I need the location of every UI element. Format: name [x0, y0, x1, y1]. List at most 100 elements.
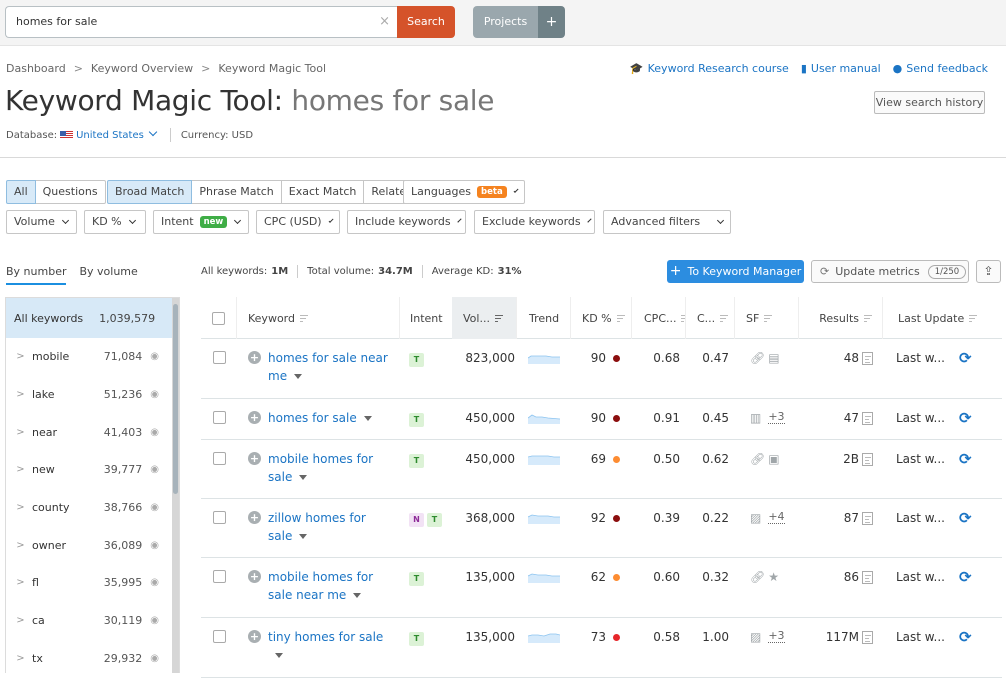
serp-document-icon[interactable] [862, 412, 873, 425]
add-to-list-icon[interactable]: + [248, 570, 261, 583]
languages-dropdown[interactable]: Languages beta [403, 180, 525, 204]
select-all-checkbox[interactable] [212, 311, 225, 325]
include-keywords-dropdown[interactable]: Include keywords [347, 210, 466, 234]
serp-document-icon[interactable] [862, 352, 873, 365]
send-feedback-link[interactable]: ● Send feedback [893, 62, 988, 75]
caret-down-icon[interactable] [299, 534, 308, 539]
chevron-right-icon[interactable]: > [6, 615, 32, 626]
sf-more-link[interactable]: +3 [768, 411, 785, 424]
chevron-right-icon[interactable]: > [6, 540, 32, 551]
serp-document-icon[interactable] [862, 512, 873, 525]
eye-icon[interactable]: ◉ [150, 577, 159, 588]
breadcrumb-keyword-overview[interactable]: Keyword Overview [91, 62, 193, 75]
sf-more-link[interactable]: +4 [768, 511, 785, 524]
header-competition[interactable]: C... [686, 297, 735, 339]
serp-document-icon[interactable] [862, 631, 873, 644]
chevron-right-icon[interactable]: > [6, 351, 32, 362]
chevron-right-icon[interactable]: > [6, 427, 32, 438]
to-keyword-manager-button[interactable]: + To Keyword Manager [667, 260, 804, 283]
add-to-list-icon[interactable]: + [248, 411, 261, 424]
header-results[interactable]: Results [799, 297, 883, 339]
sidebar-group-item[interactable]: > mobile 71,084 ◉ [6, 338, 179, 376]
volume-dropdown[interactable]: Volume [6, 210, 77, 234]
caret-down-icon[interactable] [363, 416, 372, 421]
update-metrics-button[interactable]: ⟳ Update metrics 1/250 [811, 260, 969, 283]
row-checkbox[interactable] [212, 452, 226, 465]
sidebar-item-all-keywords[interactable]: All keywords 1,039,579 [6, 298, 179, 338]
filter-phrase-match[interactable]: Phrase Match [191, 180, 282, 204]
header-last-update[interactable]: Last Update [883, 297, 982, 339]
keyword-link[interactable]: zillow homes for sale [268, 509, 388, 545]
eye-icon[interactable]: ◉ [150, 464, 159, 475]
eye-icon[interactable]: ◉ [150, 427, 159, 438]
sidebar-group-item[interactable]: > lake 51,236 ◉ [6, 376, 179, 414]
add-to-list-icon[interactable]: + [248, 351, 261, 364]
filter-all[interactable]: All [6, 180, 36, 204]
header-sf[interactable]: SF [735, 297, 799, 339]
chevron-right-icon[interactable]: > [6, 464, 32, 475]
eye-icon[interactable]: ◉ [150, 615, 159, 626]
header-kd[interactable]: KD % [571, 297, 632, 339]
keyword-link[interactable]: tiny homes for sale [268, 628, 388, 664]
row-checkbox[interactable] [212, 411, 226, 424]
search-button[interactable]: Search [397, 6, 455, 38]
header-keyword[interactable]: Keyword [237, 297, 400, 339]
chevron-right-icon[interactable]: > [6, 389, 32, 400]
caret-down-icon[interactable] [294, 374, 303, 379]
breadcrumb-dashboard[interactable]: Dashboard [6, 62, 66, 75]
clear-icon[interactable]: × [379, 15, 390, 29]
eye-icon[interactable]: ◉ [150, 389, 159, 400]
sidebar-group-item[interactable]: > near 41,403 ◉ [6, 413, 179, 451]
serp-document-icon[interactable] [862, 453, 873, 466]
chevron-right-icon[interactable]: > [6, 502, 32, 513]
row-checkbox[interactable] [212, 630, 226, 643]
tab-by-number[interactable]: By number [6, 265, 67, 285]
refresh-icon[interactable]: ⟳ [959, 351, 972, 366]
search-input[interactable] [16, 7, 356, 37]
sidebar-group-item[interactable]: > owner 36,089 ◉ [6, 526, 179, 564]
eye-icon[interactable]: ◉ [150, 502, 159, 513]
row-checkbox[interactable] [212, 511, 226, 524]
add-to-list-icon[interactable]: + [248, 511, 261, 524]
advanced-filters-dropdown[interactable]: Advanced filters [603, 210, 731, 234]
refresh-icon[interactable]: ⟳ [959, 630, 972, 645]
keyword-research-course-link[interactable]: 🎓 Keyword Research course [630, 62, 789, 75]
intent-dropdown[interactable]: Intent new [153, 210, 249, 234]
eye-icon[interactable]: ◉ [150, 540, 159, 551]
filter-broad-match[interactable]: Broad Match [107, 180, 193, 204]
filter-exact-match[interactable]: Exact Match [280, 180, 365, 204]
refresh-icon[interactable]: ⟳ [959, 570, 972, 585]
keyword-link[interactable]: mobile homes for sale near me [268, 568, 388, 604]
export-button[interactable]: ⇪ [976, 260, 1001, 283]
kd-dropdown[interactable]: KD % [84, 210, 146, 234]
caret-down-icon[interactable] [299, 475, 308, 480]
cpc-dropdown[interactable]: CPC (USD) [256, 210, 340, 234]
sidebar-group-item[interactable]: > tx 29,932 ◉ [6, 640, 179, 674]
header-volume[interactable]: Vol... [452, 297, 517, 339]
chevron-right-icon[interactable]: > [6, 577, 32, 588]
sidebar-group-item[interactable]: > fl 35,995 ◉ [6, 564, 179, 602]
header-cpc[interactable]: CPC... [632, 297, 686, 339]
database-selector[interactable]: United States [76, 127, 160, 141]
add-to-list-icon[interactable]: + [248, 630, 261, 643]
add-project-button[interactable]: + [538, 6, 565, 38]
tab-by-volume[interactable]: By volume [79, 265, 137, 285]
caret-down-icon[interactable] [353, 593, 362, 598]
projects-button[interactable]: Projects [473, 6, 538, 38]
row-checkbox[interactable] [212, 570, 226, 583]
row-checkbox[interactable] [212, 351, 226, 364]
refresh-icon[interactable]: ⟳ [959, 452, 972, 467]
exclude-keywords-dropdown[interactable]: Exclude keywords [474, 210, 595, 234]
sidebar-group-item[interactable]: > county 38,766 ◉ [6, 489, 179, 527]
user-manual-link[interactable]: ▮ User manual [801, 62, 881, 75]
filter-questions[interactable]: Questions [34, 180, 106, 204]
refresh-icon[interactable]: ⟳ [959, 511, 972, 526]
view-search-history-button[interactable]: View search history [874, 91, 985, 114]
eye-icon[interactable]: ◉ [150, 351, 159, 362]
add-to-list-icon[interactable]: + [248, 452, 261, 465]
keyword-link[interactable]: homes for sale [268, 409, 388, 427]
sidebar-group-item[interactable]: > new 39,777 ◉ [6, 451, 179, 489]
eye-icon[interactable]: ◉ [150, 653, 159, 664]
keyword-link[interactable]: mobile homes for sale [268, 450, 388, 486]
chevron-right-icon[interactable]: > [6, 653, 32, 664]
